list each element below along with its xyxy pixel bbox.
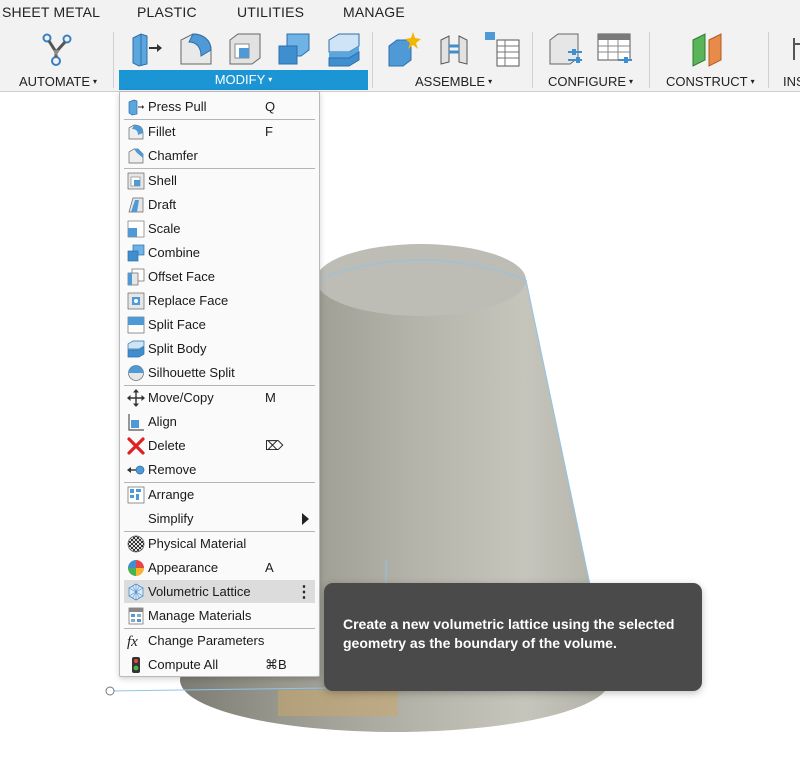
shell-icon <box>127 172 145 190</box>
offset-face-icon <box>127 268 145 286</box>
delete-icon <box>127 437 145 455</box>
group-divider <box>649 32 650 88</box>
svg-text:fx: fx <box>127 634 138 650</box>
joint-icon[interactable] <box>435 30 473 68</box>
menu-item-volumetric-lattice[interactable]: Volumetric Lattice ⋮ <box>124 580 315 603</box>
group-label-inspect[interactable]: INS <box>783 74 800 89</box>
new-component-icon[interactable] <box>385 30 423 68</box>
shell-icon[interactable] <box>226 30 264 68</box>
group-divider <box>113 32 114 88</box>
measure-icon[interactable] <box>790 30 800 68</box>
ribbon-tab-strip: SHEET METAL PLASTIC UTILITIES MANAGE <box>0 0 800 26</box>
fusion-app-window: SHEET METAL PLASTIC UTILITIES MANAGE AUT… <box>0 0 800 782</box>
menu-item-combine[interactable]: Combine <box>124 241 315 264</box>
menu-item-split-body[interactable]: Split Body <box>124 337 315 360</box>
more-options-icon[interactable]: ⋮ <box>296 582 312 602</box>
offset-plane-icon[interactable] <box>689 30 727 68</box>
menu-item-fillet[interactable]: Fillet F <box>124 120 315 143</box>
split-face-icon <box>127 316 145 334</box>
change-parameters-icon: fx <box>127 632 145 650</box>
volumetric-lattice-icon <box>127 583 145 601</box>
appearance-icon <box>127 559 145 577</box>
align-icon <box>127 413 145 431</box>
modify-dropdown-button[interactable]: MODIFY ▾ <box>119 70 368 90</box>
remove-icon <box>127 461 145 479</box>
arrange-icon <box>127 486 145 504</box>
menu-item-manage-materials[interactable]: Manage Materials <box>124 604 315 627</box>
split-body-icon <box>127 340 145 358</box>
menu-item-appearance[interactable]: Appearance A <box>124 556 315 579</box>
table-icon[interactable] <box>483 30 521 68</box>
ribbon-toolbar: AUTOMATE ▾ MODIFY ▾ ASSEMBLE ▾ CONFIGURE… <box>0 26 800 92</box>
split-body-icon[interactable] <box>325 30 363 68</box>
menu-item-silhouette-split[interactable]: Silhouette Split <box>124 361 315 384</box>
replace-face-icon <box>127 292 145 310</box>
physical-material-icon <box>127 535 145 553</box>
menu-item-simplify[interactable]: Simplify <box>124 507 315 530</box>
tab-manage[interactable]: MANAGE <box>343 4 405 20</box>
submenu-arrow-icon <box>302 513 309 525</box>
press-pull-icon <box>127 98 145 116</box>
compute-all-icon <box>127 656 145 674</box>
automate-icon[interactable] <box>38 30 76 68</box>
press-pull-icon[interactable] <box>127 30 165 68</box>
modify-dropdown-menu: Press Pull Q Fillet F Chamfer Shell Draf… <box>119 91 320 677</box>
group-divider <box>372 32 373 88</box>
menu-item-split-face[interactable]: Split Face <box>124 313 315 336</box>
menu-item-arrange[interactable]: Arrange <box>124 483 315 506</box>
menu-item-physical-material[interactable]: Physical Material <box>124 532 315 555</box>
silhouette-split-icon <box>127 364 145 382</box>
configure-icon[interactable] <box>546 30 584 68</box>
menu-item-align[interactable]: Align <box>124 410 315 433</box>
menu-item-delete[interactable]: Delete ⌦ <box>124 434 315 457</box>
menu-item-offset-face[interactable]: Offset Face <box>124 265 315 288</box>
combine-icon <box>127 244 145 262</box>
menu-item-change-parameters[interactable]: fx Change Parameters <box>124 629 315 652</box>
manage-materials-icon <box>127 607 145 625</box>
group-label-configure[interactable]: CONFIGURE ▾ <box>548 74 633 89</box>
menu-item-shell[interactable]: Shell <box>124 169 315 192</box>
group-label-automate[interactable]: AUTOMATE ▾ <box>19 74 97 89</box>
menu-item-press-pull[interactable]: Press Pull Q <box>124 95 315 118</box>
volumetric-lattice-tooltip: Create a new volumetric lattice using th… <box>324 583 702 691</box>
group-divider <box>768 32 769 88</box>
fillet-icon <box>127 123 145 141</box>
fillet-icon[interactable] <box>177 30 215 68</box>
tab-plastic[interactable]: PLASTIC <box>137 4 197 20</box>
configuration-table-icon[interactable] <box>596 30 634 68</box>
group-label-construct[interactable]: CONSTRUCT ▾ <box>666 74 755 89</box>
menu-item-replace-face[interactable]: Replace Face <box>124 289 315 312</box>
group-divider <box>532 32 533 88</box>
scale-icon <box>127 220 145 238</box>
tooltip-text: Create a new volumetric lattice using th… <box>343 616 675 651</box>
menu-item-chamfer[interactable]: Chamfer <box>124 144 315 167</box>
tab-utilities[interactable]: UTILITIES <box>237 4 304 20</box>
group-label-assemble[interactable]: ASSEMBLE ▾ <box>415 74 492 89</box>
chamfer-icon <box>127 147 145 165</box>
combine-icon[interactable] <box>275 30 313 68</box>
menu-item-move-copy[interactable]: Move/Copy M <box>124 386 315 409</box>
menu-item-compute-all[interactable]: Compute All ⌘B <box>124 653 315 676</box>
tab-sheet-metal[interactable]: SHEET METAL <box>2 4 100 20</box>
menu-item-draft[interactable]: Draft <box>124 193 315 216</box>
menu-item-remove[interactable]: Remove <box>124 458 315 481</box>
menu-item-scale[interactable]: Scale <box>124 217 315 240</box>
draft-icon <box>127 196 145 214</box>
move-copy-icon <box>127 389 145 407</box>
